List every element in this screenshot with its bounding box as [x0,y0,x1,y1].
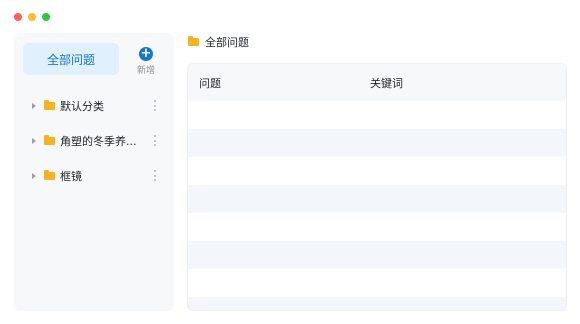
breadcrumb-label[interactable]: 全部问题 [205,34,249,50]
folder-icon [44,99,55,110]
caret-right-icon[interactable] [32,137,36,144]
window-controls [14,13,50,21]
category-tree: 默认分类 角塑的冬季养... 框镜 [14,88,174,193]
plus-circle-icon: + [139,46,153,61]
table-row [188,241,566,269]
category-label: 角塑的冬季养... [60,134,137,148]
app-window: 全部问题 + 新增 默认分类 角塑的冬季养... 框镜 全部问题 问题 关键词 [0,0,580,324]
table-row [188,185,566,213]
sidebar: 全部问题 + 新增 默认分类 角塑的冬季养... 框镜 [14,33,174,311]
more-options-icon[interactable] [153,170,156,181]
table-row [188,269,566,297]
category-item-default[interactable]: 默认分类 [14,88,174,123]
category-label: 默认分类 [60,99,104,113]
column-header-question: 问题 [199,76,221,90]
table-row [188,157,566,185]
table-row [188,129,566,157]
add-category-button[interactable]: + 新增 [135,46,157,77]
breadcrumb: 全部问题 [188,34,249,50]
folder-icon [44,134,55,145]
caret-right-icon[interactable] [32,102,36,109]
folder-icon [44,169,55,180]
add-label: 新增 [136,66,155,76]
table-row [188,213,566,241]
all-questions-button[interactable]: 全部问题 [23,43,119,75]
category-item-frames[interactable]: 框镜 [14,158,174,193]
caret-right-icon[interactable] [32,172,36,179]
maximize-window-button[interactable] [42,13,50,21]
folder-icon [188,36,199,46]
category-label: 框镜 [60,169,82,183]
sidebar-header: 全部问题 + 新增 [23,43,173,77]
close-window-button[interactable] [14,13,22,21]
more-options-icon[interactable] [153,135,156,146]
category-item-winter-care[interactable]: 角塑的冬季养... [14,123,174,158]
table-row [188,297,566,310]
column-header-keyword: 关键词 [370,76,403,90]
more-options-icon[interactable] [153,100,156,111]
minimize-window-button[interactable] [28,13,36,21]
table-header: 问题 关键词 [188,64,566,101]
questions-table: 问题 关键词 [187,63,567,311]
table-row [188,101,566,129]
